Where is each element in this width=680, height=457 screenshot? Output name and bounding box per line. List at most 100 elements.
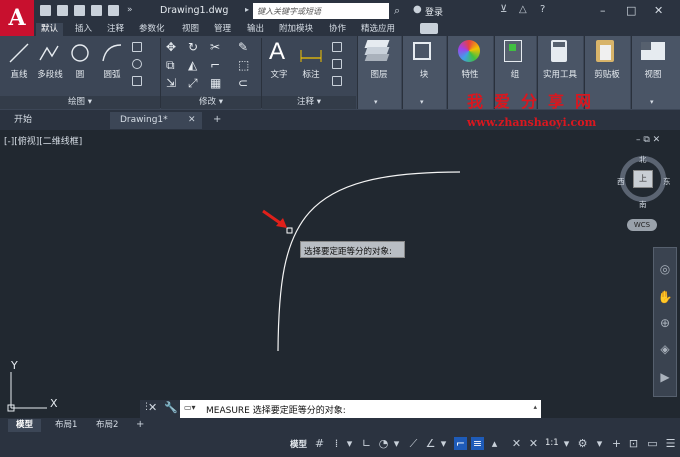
osnap-dropdown-icon[interactable]: ▾ bbox=[437, 437, 450, 450]
help-icon[interactable]: ? bbox=[540, 4, 545, 15]
hatch-icon[interactable] bbox=[132, 59, 142, 69]
line-icon[interactable] bbox=[8, 42, 30, 64]
workspace-gear-icon[interactable]: ⚙ bbox=[576, 437, 589, 450]
lineweight-icon[interactable]: ≡ bbox=[471, 437, 484, 450]
arc-icon[interactable] bbox=[100, 42, 124, 64]
draw-panel-title[interactable]: 绘图 ▾ bbox=[0, 96, 160, 109]
object-snap-tracking-icon[interactable]: ∠ bbox=[424, 437, 437, 450]
new-tab-button[interactable]: + bbox=[213, 114, 221, 125]
annotation-visibility-icon[interactable]: ✕ bbox=[510, 437, 523, 450]
open-file-icon[interactable] bbox=[57, 5, 68, 16]
ribbon-toggle-icon[interactable] bbox=[420, 23, 438, 34]
annotation-monitor-icon[interactable]: + bbox=[610, 437, 623, 450]
units-icon[interactable]: ⊡ bbox=[627, 437, 640, 450]
viewcube-east[interactable]: 东 bbox=[663, 176, 671, 187]
annotation-scale[interactable]: 1:1 bbox=[545, 438, 559, 448]
layers-button[interactable]: 图层 bbox=[360, 68, 398, 80]
copy-icon[interactable]: ⧉ bbox=[166, 58, 175, 73]
arc-button[interactable]: 圆弧 bbox=[99, 68, 125, 80]
snap-dropdown-icon[interactable]: ▾ bbox=[343, 437, 356, 450]
mirror-icon[interactable]: ◭ bbox=[188, 58, 197, 72]
scale-icon[interactable]: ⤢ bbox=[188, 76, 198, 91]
drawing-geometry[interactable] bbox=[0, 130, 680, 418]
command-input[interactable]: MEASURE 选择要定距等分的对象: bbox=[206, 403, 346, 416]
circle-button[interactable]: 圆 bbox=[68, 68, 92, 80]
tab-model[interactable]: 模型 bbox=[8, 419, 42, 432]
fillet-icon[interactable]: ⌐ bbox=[210, 58, 220, 72]
save-icon[interactable] bbox=[74, 5, 85, 16]
snap-icon[interactable]: ⁞ bbox=[330, 437, 343, 450]
polyline-icon[interactable] bbox=[38, 42, 60, 64]
text-button[interactable]: 文字 bbox=[265, 68, 293, 80]
tab-manage[interactable]: 管理 bbox=[209, 23, 236, 36]
array-icon[interactable]: ▦ bbox=[210, 76, 221, 90]
markup-icon[interactable] bbox=[332, 76, 342, 86]
application-menu-button[interactable]: A bbox=[0, 0, 34, 36]
tab-layout1[interactable]: 布局1 bbox=[47, 419, 85, 432]
new-file-icon[interactable] bbox=[40, 5, 51, 16]
properties-button[interactable]: 特性 bbox=[450, 68, 490, 80]
tab-layout2[interactable]: 布局2 bbox=[88, 419, 126, 432]
auto-scale-icon[interactable]: ✕ bbox=[527, 437, 540, 450]
polar-dropdown-icon[interactable]: ▾ bbox=[390, 437, 403, 450]
close-command-icon[interactable]: ✕ bbox=[148, 401, 157, 414]
command-recent-icon[interactable]: ▴ bbox=[533, 403, 537, 411]
search-input[interactable]: 键入关键字或短语 bbox=[253, 3, 389, 19]
viewcube-north[interactable]: 北 bbox=[639, 154, 647, 165]
tab-collaborate[interactable]: 协作 bbox=[324, 23, 351, 36]
tab-start[interactable]: 开始 bbox=[4, 112, 112, 129]
scale-dropdown-icon[interactable]: ▾ bbox=[560, 437, 573, 450]
command-line[interactable]: ▭▾ MEASURE 选择要定距等分的对象: ▴ bbox=[140, 400, 541, 418]
trim-icon[interactable]: ✂ bbox=[210, 40, 220, 54]
viewcube-face[interactable]: 上 bbox=[633, 170, 653, 188]
customize-wrench-icon[interactable]: 🔧 bbox=[164, 401, 178, 414]
tab-featured-apps[interactable]: 精选应用 bbox=[356, 23, 400, 36]
object-snap-icon[interactable]: ⌐ bbox=[454, 437, 467, 450]
cart-icon[interactable]: ⊻ bbox=[500, 4, 507, 15]
utilities-button[interactable]: 实用工具 bbox=[538, 68, 582, 80]
block-expand-icon[interactable]: ▾ bbox=[420, 98, 424, 106]
close-icon[interactable]: ✕ bbox=[654, 4, 663, 17]
new-layout-icon[interactable]: + bbox=[136, 419, 144, 430]
binoculars-icon[interactable]: ⌕ bbox=[394, 4, 400, 18]
erase-icon[interactable]: ✎ bbox=[238, 40, 248, 54]
pan-hand-icon[interactable]: ✋ bbox=[657, 290, 673, 304]
group-button[interactable]: 组 bbox=[496, 68, 534, 80]
tab-parametric[interactable]: 参数化 bbox=[134, 23, 170, 36]
login-link[interactable]: 登录 bbox=[425, 5, 443, 18]
circle-icon[interactable] bbox=[69, 42, 91, 64]
command-history-icon[interactable]: ▭▾ bbox=[184, 403, 196, 412]
boundary-icon[interactable] bbox=[132, 76, 142, 86]
block-button[interactable]: 块 bbox=[405, 68, 443, 80]
model-space-toggle[interactable]: 模型 bbox=[290, 438, 307, 450]
user-icon[interactable]: ● bbox=[413, 4, 422, 15]
text-icon[interactable]: A bbox=[269, 38, 285, 66]
tab-output[interactable]: 输出 bbox=[242, 23, 269, 36]
tab-annotate[interactable]: 注释 bbox=[102, 23, 129, 36]
clean-screen-icon[interactable]: ▭ bbox=[646, 437, 659, 450]
line-button[interactable]: 直线 bbox=[5, 68, 33, 80]
dimension-button[interactable]: 标注 bbox=[297, 68, 325, 80]
customization-menu-icon[interactable]: ☰ bbox=[664, 437, 677, 450]
stretch-icon[interactable]: ⇲ bbox=[166, 76, 176, 90]
orbit-icon[interactable]: ◈ bbox=[657, 342, 673, 356]
table-icon[interactable] bbox=[332, 59, 342, 69]
workspace-dropdown-icon[interactable]: ▾ bbox=[593, 437, 606, 450]
tab-addins[interactable]: 附加模块 bbox=[274, 23, 318, 36]
explode-icon[interactable]: ⬚ bbox=[238, 58, 249, 72]
leader-icon[interactable] bbox=[332, 42, 342, 52]
viewcube-south[interactable]: 南 bbox=[639, 199, 647, 210]
tab-home[interactable]: 默认 bbox=[36, 23, 64, 36]
save-as-icon[interactable] bbox=[91, 5, 102, 16]
wcs-menu[interactable]: WCS bbox=[627, 219, 657, 231]
modify-panel-title[interactable]: 修改 ▾ bbox=[161, 96, 261, 109]
showmotion-icon[interactable]: ▶ bbox=[657, 370, 673, 384]
clipboard-button[interactable]: 剪贴板 bbox=[586, 68, 628, 80]
isodraft-icon[interactable]: ⟋ bbox=[407, 437, 420, 450]
move-icon[interactable]: ✥ bbox=[166, 40, 176, 54]
maximize-icon[interactable]: □ bbox=[626, 4, 636, 17]
minimize-icon[interactable]: – bbox=[600, 4, 606, 17]
connect-icon[interactable]: △ bbox=[519, 4, 527, 15]
layers-expand-icon[interactable]: ▾ bbox=[374, 98, 378, 106]
selection-cycling-icon[interactable]: ▴ bbox=[488, 437, 501, 450]
